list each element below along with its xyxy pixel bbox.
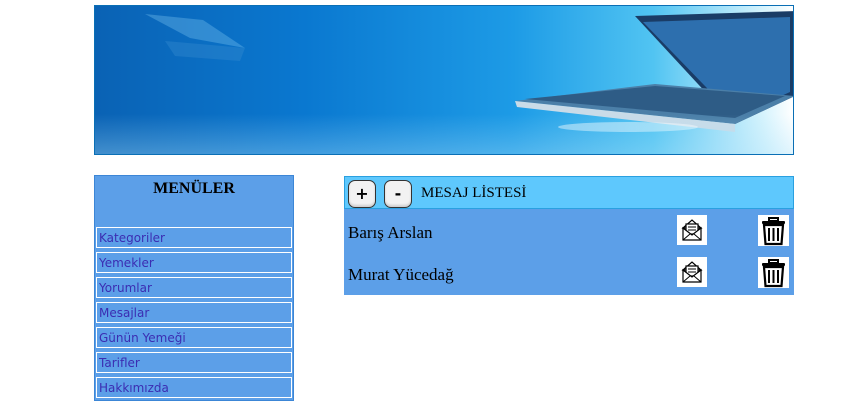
message-row: Murat Yücedağ: [344, 255, 794, 295]
menu-item-mesajlar[interactable]: Mesajlar: [96, 302, 292, 323]
message-list-title: MESAJ LİSTESİ: [421, 185, 527, 201]
trash-icon[interactable]: [758, 215, 789, 246]
menu-item-kategoriler[interactable]: Kategoriler: [96, 227, 292, 248]
message-sender: Barış Arslan: [348, 223, 433, 242]
sidebar-menu: MENÜLER Kategoriler Yemekler Yorumlar Me…: [94, 175, 294, 401]
open-envelope-icon[interactable]: [677, 257, 707, 287]
menu-item-gunun-yemegi[interactable]: Günün Yemeği: [96, 327, 292, 348]
menu-item-tarifler[interactable]: Tarifler: [96, 352, 292, 373]
sidebar-title: MENÜLER: [153, 180, 235, 197]
laptop-banner-image: [94, 5, 794, 155]
menu-item-yemekler[interactable]: Yemekler: [96, 252, 292, 273]
message-list-header: + - MESAJ LİSTESİ: [344, 176, 794, 209]
message-sender: Murat Yücedağ: [348, 265, 454, 284]
message-row: Barış Arslan: [344, 213, 794, 253]
open-envelope-icon[interactable]: [677, 215, 707, 245]
menu-item-hakkimizda[interactable]: Hakkımızda: [96, 377, 292, 398]
remove-button[interactable]: -: [384, 180, 412, 208]
menu-item-yorumlar[interactable]: Yorumlar: [96, 277, 292, 298]
message-list-panel: + - MESAJ LİSTESİ Barış Arslan Murat Yüc…: [344, 176, 794, 295]
add-button[interactable]: +: [348, 180, 376, 208]
trash-icon[interactable]: [758, 257, 789, 288]
menu-list: Kategoriler Yemekler Yorumlar Mesajlar G…: [96, 227, 292, 402]
